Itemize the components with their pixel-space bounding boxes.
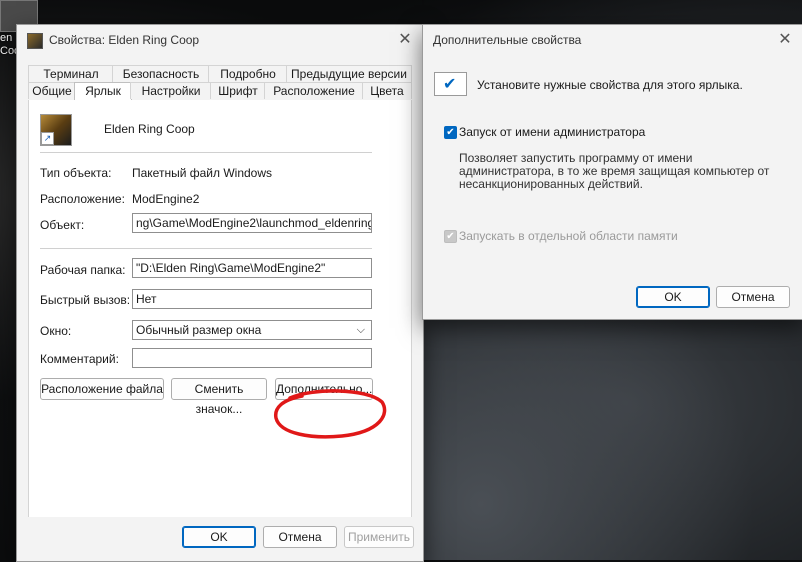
tab-options[interactable]: Настройки — [130, 82, 212, 99]
advanced-header-text: Установите нужные свойства для этого ярл… — [477, 78, 743, 92]
divider — [40, 152, 372, 153]
tab-row-1: Терминал Безопасность Подробно Предыдущи… — [28, 65, 412, 82]
ok-button[interactable]: OK — [182, 526, 256, 548]
advanced-properties-dialog: Дополнительные свойства ✕ ✔ Установите н… — [422, 24, 802, 320]
shortcut-panel: ↗ Elden Ring Coop Тип объекта: Пакетный … — [28, 100, 412, 521]
location-value: ModEngine2 — [132, 192, 200, 206]
window-select[interactable]: Обычный размер окна ⌵ — [132, 320, 372, 340]
location-label: Расположение: — [40, 192, 125, 206]
window-title: Свойства: Elden Ring Coop — [49, 33, 200, 47]
object-label: Объект: — [40, 218, 85, 232]
change-icon-button[interactable]: Сменить значок... — [171, 378, 267, 416]
hotkey-field[interactable]: Нет — [132, 289, 372, 309]
separate-memory-checkbox: ✔ — [444, 230, 457, 243]
tab-security[interactable]: Безопасность — [112, 65, 210, 82]
type-value: Пакетный файл Windows — [132, 166, 273, 180]
workdir-label: Рабочая папка: — [40, 263, 126, 277]
advanced-button[interactable]: Дополнительно... — [275, 378, 373, 400]
tab-font[interactable]: Шрифт — [210, 82, 266, 99]
apply-button[interactable]: Применить — [344, 526, 414, 548]
shortcut-arrow-icon: ↗ — [41, 132, 54, 145]
properties-window: Свойства: Elden Ring Coop ✕ Терминал Без… — [16, 24, 424, 562]
object-field-text: ng\Game\ModEngine2\launchmod_eldenring.b… — [136, 216, 371, 230]
shortcut-icon: ↗ — [40, 114, 72, 146]
comment-field[interactable] — [132, 348, 372, 368]
file-location-button[interactable]: Расположение файла — [40, 378, 164, 400]
tab-details[interactable]: Подробно — [208, 65, 288, 82]
window-select-value: Обычный размер окна — [136, 323, 262, 337]
shortcut-name: Elden Ring Coop — [104, 122, 195, 136]
app-icon — [27, 33, 43, 49]
advanced-titlebar[interactable]: Дополнительные свойства ✕ — [423, 25, 802, 55]
close-icon[interactable]: ✕ — [775, 29, 795, 51]
tab-shortcut[interactable]: Ярлык — [74, 82, 132, 101]
hotkey-label: Быстрый вызов: — [40, 293, 131, 307]
run-as-admin-checkbox[interactable]: ✔ — [444, 126, 457, 139]
check-icon: ✔ — [443, 76, 457, 93]
tab-previous-versions[interactable]: Предыдущие версии — [286, 65, 412, 82]
chevron-down-icon: ⌵ — [356, 324, 365, 336]
object-field[interactable]: ng\Game\ModEngine2\launchmod_eldenring.b… — [132, 213, 372, 233]
workdir-field[interactable]: "D:\Elden Ring\Game\ModEngine2" — [132, 258, 372, 278]
run-as-admin-label[interactable]: Запуск от имени администратора — [459, 125, 645, 139]
dialog-footer: OK Отмена Применить — [17, 517, 423, 561]
comment-label: Комментарий: — [40, 352, 119, 366]
tab-general[interactable]: Общие — [28, 82, 76, 99]
shortcut-properties-icon: ✔ — [434, 72, 467, 96]
type-label: Тип объекта: — [40, 166, 112, 180]
advanced-title: Дополнительные свойства — [433, 33, 582, 47]
separate-memory-label: Запускать в отдельной области памяти — [459, 229, 678, 243]
window-label: Окно: — [40, 324, 72, 338]
advanced-cancel-button[interactable]: Отмена — [716, 286, 790, 308]
tab-terminal[interactable]: Терминал — [28, 65, 114, 82]
run-as-admin-description: Позволяет запустить программу от имени а… — [459, 151, 770, 191]
cancel-button[interactable]: Отмена — [263, 526, 337, 548]
tab-colors[interactable]: Цвета — [362, 82, 412, 99]
properties-titlebar[interactable]: Свойства: Elden Ring Coop ✕ — [17, 25, 423, 55]
tab-row-2: Общие Ярлык Настройки Шрифт Расположение… — [28, 82, 412, 101]
close-icon[interactable]: ✕ — [395, 29, 415, 51]
advanced-ok-button[interactable]: OK — [636, 286, 710, 308]
tab-layout[interactable]: Расположение — [264, 82, 364, 99]
divider — [40, 248, 372, 249]
